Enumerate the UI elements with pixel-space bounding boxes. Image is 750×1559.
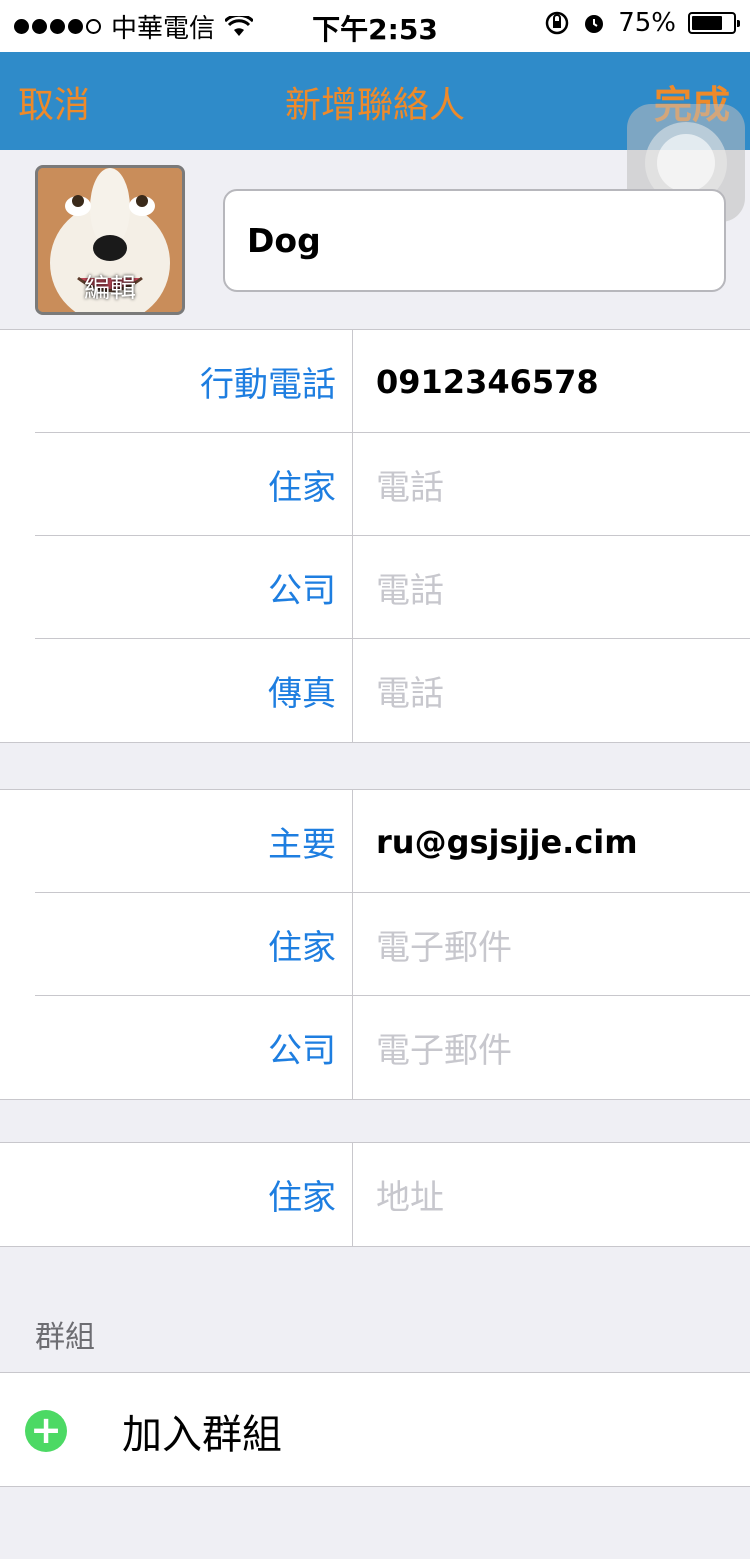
phone-section: 行動電話 0912346578 住家 電話 公司 電話 傳真 電話 <box>0 329 750 743</box>
email-row[interactable]: 公司 電子郵件 <box>0 996 750 1099</box>
battery-icon <box>688 12 740 34</box>
phone-row[interactable]: 行動電話 0912346578 <box>0 330 750 433</box>
status-bar: 中華電信 下午2:53 75% <box>0 0 750 52</box>
phone-row[interactable]: 公司 電話 <box>0 536 750 639</box>
status-right: 75% <box>544 8 740 38</box>
rotation-lock-icon <box>545 11 569 35</box>
divider <box>352 1143 353 1246</box>
email-input[interactable]: ru@gsjsjje.cim <box>376 790 638 893</box>
phone-type-label[interactable]: 傳真 <box>268 639 336 742</box>
phone-input[interactable]: 電話 <box>376 639 444 742</box>
divider <box>352 790 353 893</box>
phone-type-label[interactable]: 住家 <box>268 433 336 536</box>
groups-header: 群組 <box>35 1320 95 1355</box>
address-section: 住家 地址 <box>0 1142 750 1247</box>
email-type-label[interactable]: 主要 <box>268 790 336 893</box>
divider <box>352 639 353 742</box>
address-input[interactable]: 地址 <box>376 1143 444 1246</box>
email-section: 主要 ru@gsjsjje.cim 住家 電子郵件 公司 電子郵件 <box>0 789 750 1100</box>
divider <box>352 330 353 433</box>
phone-row[interactable]: 住家 電話 <box>0 433 750 536</box>
phone-row[interactable]: 傳真 電話 <box>0 639 750 742</box>
email-row[interactable]: 住家 電子郵件 <box>0 893 750 996</box>
edit-photo-label: 編輯 <box>83 274 136 304</box>
phone-input[interactable]: 0912346578 <box>376 330 599 433</box>
divider <box>352 433 353 536</box>
email-type-label[interactable]: 住家 <box>268 893 336 996</box>
phone-input[interactable]: 電話 <box>376 536 444 639</box>
add-group-label: 加入群組 <box>122 1411 282 1458</box>
phone-type-label[interactable]: 公司 <box>268 536 336 639</box>
address-type-label[interactable]: 住家 <box>268 1143 336 1246</box>
address-row[interactable]: 住家 地址 <box>0 1143 750 1246</box>
add-group-row[interactable]: + 加入群組 <box>0 1372 750 1487</box>
phone-input[interactable]: 電話 <box>376 433 444 536</box>
divider <box>352 996 353 1099</box>
alarm-icon <box>585 15 604 33</box>
email-input[interactable]: 電子郵件 <box>376 996 512 1099</box>
email-input[interactable]: 電子郵件 <box>376 893 512 996</box>
phone-type-label[interactable]: 行動電話 <box>200 330 336 433</box>
divider <box>352 536 353 639</box>
contact-photo[interactable]: 編輯 <box>35 165 185 315</box>
email-row[interactable]: 主要 ru@gsjsjje.cim <box>0 790 750 893</box>
add-icon[interactable]: + <box>25 1410 67 1452</box>
name-field[interactable]: Dog <box>223 189 726 292</box>
divider <box>352 893 353 996</box>
battery-percent: 75% <box>618 8 676 38</box>
email-type-label[interactable]: 公司 <box>268 996 336 1099</box>
